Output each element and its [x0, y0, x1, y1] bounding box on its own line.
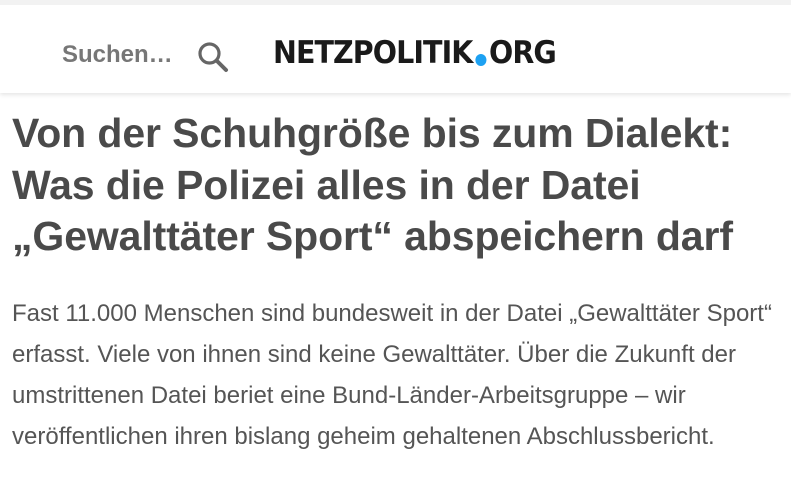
article: Von der Schuhgröße bis zum Dialekt: Was … — [12, 108, 787, 457]
search-box[interactable] — [62, 35, 192, 75]
site-header: NETZPOLITIK ORG — [0, 0, 791, 93]
headline-line: „Gewalttäter Sport“ abspeichern darf — [12, 213, 733, 259]
logo-text-right: ORG — [489, 35, 557, 71]
headline-line: Was die Polizei alles in der Datei — [12, 161, 641, 208]
logo-dot — [475, 54, 487, 66]
site-logo[interactable]: NETZPOLITIK ORG — [273, 31, 557, 75]
article-lead: Fast 11.000 Menschen sind bundesweit in … — [12, 299, 772, 450]
article-headline[interactable]: Von der Schuhgröße bis zum Dialekt: Was … — [12, 108, 787, 263]
search-icon[interactable] — [196, 40, 230, 74]
headline-line: Von der Schuhgröße bis zum Dialekt: — [12, 110, 733, 156]
logo-text-left: NETZPOLITIK — [273, 35, 473, 71]
search-input[interactable] — [62, 41, 192, 69]
